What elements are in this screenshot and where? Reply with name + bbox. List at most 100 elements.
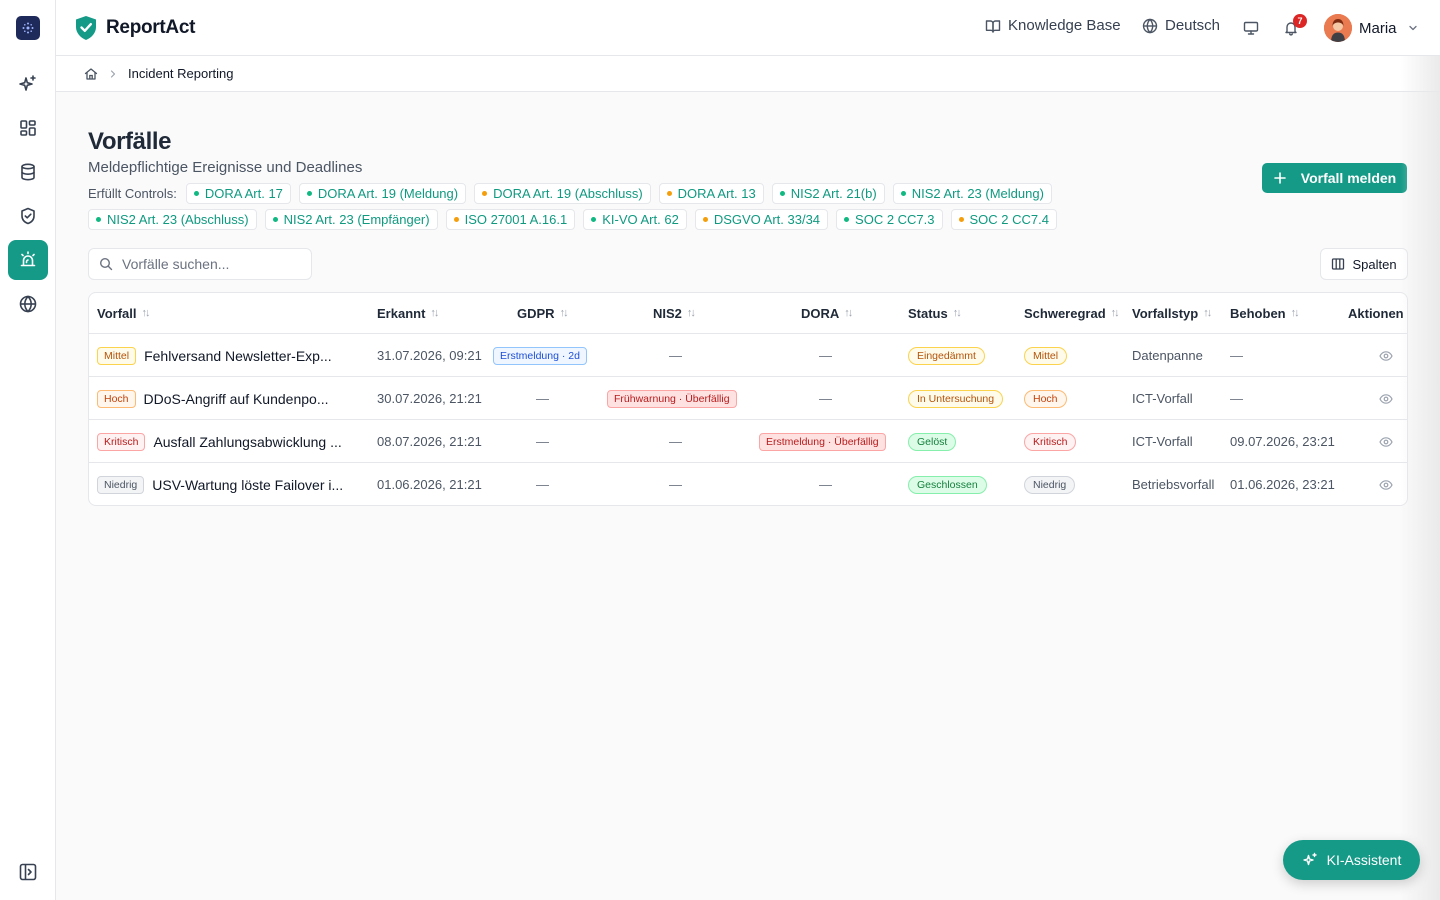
sort-icon: ↑↓ [1290,307,1300,319]
dora-cell: — [819,477,832,492]
status-dot [272,217,278,222]
control-chip-label: DORA Art. 19 (Abschluss) [493,186,643,201]
col-header-gdpr[interactable]: GDPR ↑↓ [517,293,569,333]
search-field[interactable] [88,248,312,280]
search-icon [99,257,113,271]
control-chip[interactable]: NIS2 Art. 23 (Empfänger) [264,209,438,230]
sidebar-toggle-button[interactable] [18,862,38,882]
notifications-button[interactable]: 7 [1283,14,1307,36]
severity-badge: Niedrig [1024,475,1076,494]
control-chip[interactable]: DORA Art. 17 [185,183,291,204]
incident-type: ICT-Vorfall [1132,391,1193,406]
table-row[interactable]: Hoch DDoS-Angriff auf Kundenpo... 30.07.… [89,377,1407,420]
notification-count-badge: 7 [1293,14,1307,28]
col-header-label: Erkannt [377,305,426,321]
control-chip-label: KI-VO Art. 62 [602,212,679,227]
status-cell: In Untersuchung [908,377,1004,420]
table-row[interactable]: Mittel Fehlversand Newsletter-Exp... 31.… [89,334,1407,377]
col-header-erkannt[interactable]: Erkannt ↑↓ [377,293,439,333]
control-chip[interactable]: DORA Art. 19 (Abschluss) [474,183,651,204]
status-dot [702,217,708,222]
control-chip[interactable]: ISO 27001 A.16.1 [445,209,576,230]
monitor-icon [1243,21,1259,35]
col-header-aktionen: Aktionen [1348,293,1404,333]
incident-cell[interactable]: Kritisch Ausfall Zahlungsabwicklung ... [97,420,342,463]
knowledge-base-link[interactable]: Knowledge Base [985,17,1121,34]
sort-icon: ↑↓ [1110,307,1120,319]
incident-cell[interactable]: Niedrig USV-Wartung löste Failover i... [97,463,343,505]
gdpr-cell: — [536,434,549,449]
sort-icon: ↑↓ [1203,307,1212,319]
sort-icon: ↑↓ [952,307,962,319]
view-button[interactable] [1379,420,1393,463]
control-chip[interactable]: DORA Art. 19 (Meldung) [298,183,467,204]
col-header-label: Aktionen [1348,305,1404,321]
view-button[interactable] [1379,334,1393,377]
incident-cell[interactable]: Mittel Fehlversand Newsletter-Exp... [97,334,332,377]
sidebar-item-global[interactable] [8,284,48,324]
gdpr-deadline-badge: Erstmeldung · 2d [493,346,587,365]
dora-cell: — [819,348,832,363]
control-chip[interactable]: NIS2 Art. 21(b) [771,183,885,204]
sidebar-item-incidents[interactable] [8,240,48,280]
control-chip[interactable]: SOC 2 CC7.4 [950,209,1057,230]
severity-badge: Hoch [1024,389,1067,408]
col-header-vorfall[interactable]: Vorfall ↑↓ [97,293,151,333]
home-icon[interactable] [84,67,98,81]
table-row[interactable]: Niedrig USV-Wartung löste Failover i... … [89,463,1407,505]
control-chip[interactable]: DORA Art. 13 [658,183,764,204]
sidebar-item-dashboard[interactable] [8,108,48,148]
col-header-nis2[interactable]: NIS2 ↑↓ [653,293,696,333]
status-dot [193,191,199,196]
col-header-behoben[interactable]: Behoben ↑↓ [1230,293,1300,333]
control-chip[interactable]: NIS2 Art. 23 (Meldung) [892,183,1052,204]
control-chip-label: NIS2 Art. 21(b) [790,186,877,201]
sort-icon: ↑↓ [844,307,853,319]
view-button[interactable] [1379,463,1393,505]
detected-date: 31.07.2026, 09:21 [377,348,482,363]
severity-badge: Niedrig [97,475,145,494]
display-toggle-button[interactable] [1243,20,1259,36]
eye-icon [1379,350,1393,361]
ai-assistant-button[interactable]: KI-Assistent [1283,840,1420,880]
language-label: Deutsch [1165,17,1221,34]
page-title: Vorfälle [88,128,172,155]
brand[interactable]: ReportAct [75,15,195,41]
top-header: ReportAct Knowledge Base Deutsch 7 Maria [56,0,1440,56]
col-header-dora[interactable]: DORA ↑↓ [801,293,853,333]
control-chip-label: SOC 2 CC7.4 [969,212,1049,227]
user-menu[interactable]: Maria [1324,14,1419,42]
control-chip[interactable]: KI-VO Art. 62 [583,209,687,230]
workspace-logo-icon [22,22,34,34]
control-chip-label: DORA Art. 19 (Meldung) [317,186,459,201]
control-chip[interactable]: NIS2 Art. 23 (Abschluss) [88,209,257,230]
report-incident-button[interactable]: Vorfall melden [1262,163,1407,193]
table-row[interactable]: Kritisch Ausfall Zahlungsabwicklung ... … [89,420,1407,463]
sidebar-item-ai[interactable] [8,64,48,104]
book-open-icon [985,19,1001,33]
sort-icon: ↑↓ [559,307,569,319]
col-header-schweregrad[interactable]: Schweregrad ↑↓ [1024,293,1120,333]
dora-cell: Erstmeldung · Überfällig [759,420,886,463]
control-chip[interactable]: SOC 2 CC7.3 [836,209,943,230]
col-header-status[interactable]: Status ↑↓ [908,293,962,333]
col-header-vorfallstyp[interactable]: Vorfallstyp ↑↓ [1132,293,1212,333]
columns-button[interactable]: Spalten [1320,248,1408,280]
sidebar-item-security[interactable] [8,196,48,236]
view-button[interactable] [1379,377,1393,420]
control-chip[interactable]: DSGVO Art. 33/34 [694,209,829,230]
incident-type: Datenpanne [1132,348,1203,363]
incidents-table: Vorfall ↑↓ Erkannt ↑↓ GDPR ↑↓ NIS2 ↑↓ DORA ↑↓… [88,292,1408,506]
detected-date: 08.07.2026, 21:21 [377,434,482,449]
panel-expand-icon [19,863,37,881]
nis2-cell: — [669,434,682,449]
search-input[interactable] [122,256,302,272]
language-selector[interactable]: Deutsch [1142,17,1220,34]
shield-logo-icon [76,16,96,40]
globe-icon [1142,18,1158,33]
workspace-logo[interactable] [16,16,40,40]
control-chip-label: NIS2 Art. 23 (Abschluss) [107,212,249,227]
incident-cell[interactable]: Hoch DDoS-Angriff auf Kundenpo... [97,377,328,420]
sidebar-item-data[interactable] [8,152,48,192]
status-badge: In Untersuchung [908,389,1004,408]
